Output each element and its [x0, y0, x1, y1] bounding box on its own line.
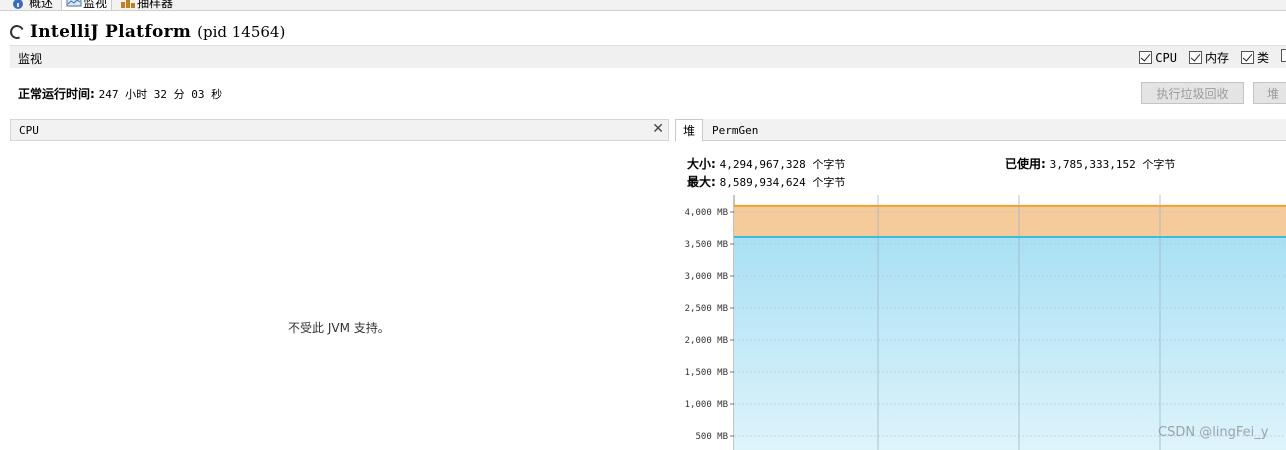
- heap-used-area: [734, 236, 1286, 450]
- heap-max-stat: 最大: 8,589,934,624 个字节: [687, 173, 845, 190]
- tab-sampler-label: 抽样器: [137, 0, 174, 10]
- classes-checkbox[interactable]: 类: [1240, 49, 1269, 66]
- panel-toggles: CPU 内存 类: [1139, 49, 1286, 66]
- monitor-icon: [66, 0, 82, 7]
- tab-overview-label: 概述: [29, 0, 54, 10]
- heap-size-stat: 大小: 4,294,967,328 个字节: [687, 155, 845, 172]
- info-icon: [12, 0, 26, 9]
- top-tab-strip: 概述 监视 抽样器: [0, 0, 1286, 11]
- perform-gc-button[interactable]: 执行垃圾回收: [1141, 82, 1244, 104]
- uptime-value: 247 小时 32 分 03 秒: [98, 88, 223, 101]
- cpu-panel-title: CPU: [19, 124, 39, 137]
- memory-checkbox[interactable]: 内存: [1188, 49, 1229, 66]
- tab-sampler[interactable]: 抽样器: [120, 0, 174, 10]
- tab-monitor[interactable]: 监视: [61, 0, 113, 10]
- cpu-unsupported-message: 不受此 JVM 支持。: [288, 321, 390, 335]
- heap-size-label: 大小:: [687, 157, 716, 171]
- close-icon[interactable]: ✕: [652, 121, 664, 137]
- section-title: 监视: [18, 52, 43, 66]
- heap-used-label: 已使用:: [1005, 157, 1046, 171]
- app-title: IntelliJ Platform: [30, 22, 192, 42]
- y-tick-label: 3,000 MB: [685, 272, 728, 282]
- watermark: CSDN @lingFei_y: [1158, 425, 1269, 440]
- tab-overview[interactable]: 概述: [12, 0, 54, 10]
- loading-spinner-icon: [8, 23, 26, 41]
- heap-used-value: 3,785,333,152 个字节: [1049, 158, 1176, 171]
- y-tick-label: 2,500 MB: [685, 304, 728, 314]
- uptime-row: 正常运行时间: 247 小时 32 分 03 秒: [18, 85, 222, 102]
- sampler-icon: [120, 0, 135, 8]
- heap-used-stat: 已使用: 3,785,333,152 个字节: [1005, 155, 1175, 172]
- app-header: IntelliJ Platform (pid 14564): [8, 20, 286, 44]
- threads-checkbox[interactable]: [1281, 49, 1286, 62]
- y-tick-label: 2,000 MB: [685, 336, 728, 346]
- heap-max-value: 8,589,934,624 个字节: [719, 176, 846, 189]
- tab-heap[interactable]: 堆: [675, 119, 704, 142]
- heap-memory-chart: 4,000 MB 3,500 MB 3,000 MB 2,500 MB 2,000 MB…: [685, 195, 1286, 450]
- checkbox-checked-icon: [1139, 51, 1153, 64]
- cpu-checkbox[interactable]: CPU: [1139, 49, 1177, 66]
- heap-max-label: 最大:: [687, 175, 716, 189]
- uptime-label: 正常运行时间:: [18, 87, 95, 101]
- heap-dump-button[interactable]: 堆: [1253, 82, 1286, 104]
- monitor-section-bar: 监视 CPU 内存 类: [10, 45, 1286, 68]
- process-id: (pid 14564): [197, 23, 286, 41]
- heap-size-value: 4,294,967,328 个字节: [719, 158, 846, 171]
- cpu-panel: CPU ✕ 不受此 JVM 支持。: [10, 119, 669, 450]
- memory-checkbox-label: 内存: [1204, 51, 1229, 65]
- cpu-checkbox-label: CPU: [1155, 50, 1177, 65]
- checkbox-checked-icon: [1188, 51, 1202, 64]
- y-tick-label: 1,000 MB: [685, 400, 728, 410]
- y-tick-label: 4,000 MB: [685, 208, 728, 218]
- y-tick-label: 1,500 MB: [685, 368, 728, 378]
- y-tick-label: 500 MB: [695, 432, 728, 442]
- tab-permgen[interactable]: PermGen: [705, 119, 765, 142]
- tab-monitor-label: 监视: [83, 0, 108, 10]
- y-tick-label: 3,500 MB: [685, 240, 728, 250]
- checkbox-checked-icon: [1240, 51, 1254, 64]
- cpu-panel-header: CPU ✕: [10, 119, 669, 141]
- heap-tab-strip: 堆 PermGen: [675, 119, 1286, 142]
- classes-checkbox-label: 类: [1256, 51, 1269, 65]
- heap-panel: 堆 PermGen 大小: 4,294,967,328 个字节 最大: 8,58…: [675, 119, 1286, 450]
